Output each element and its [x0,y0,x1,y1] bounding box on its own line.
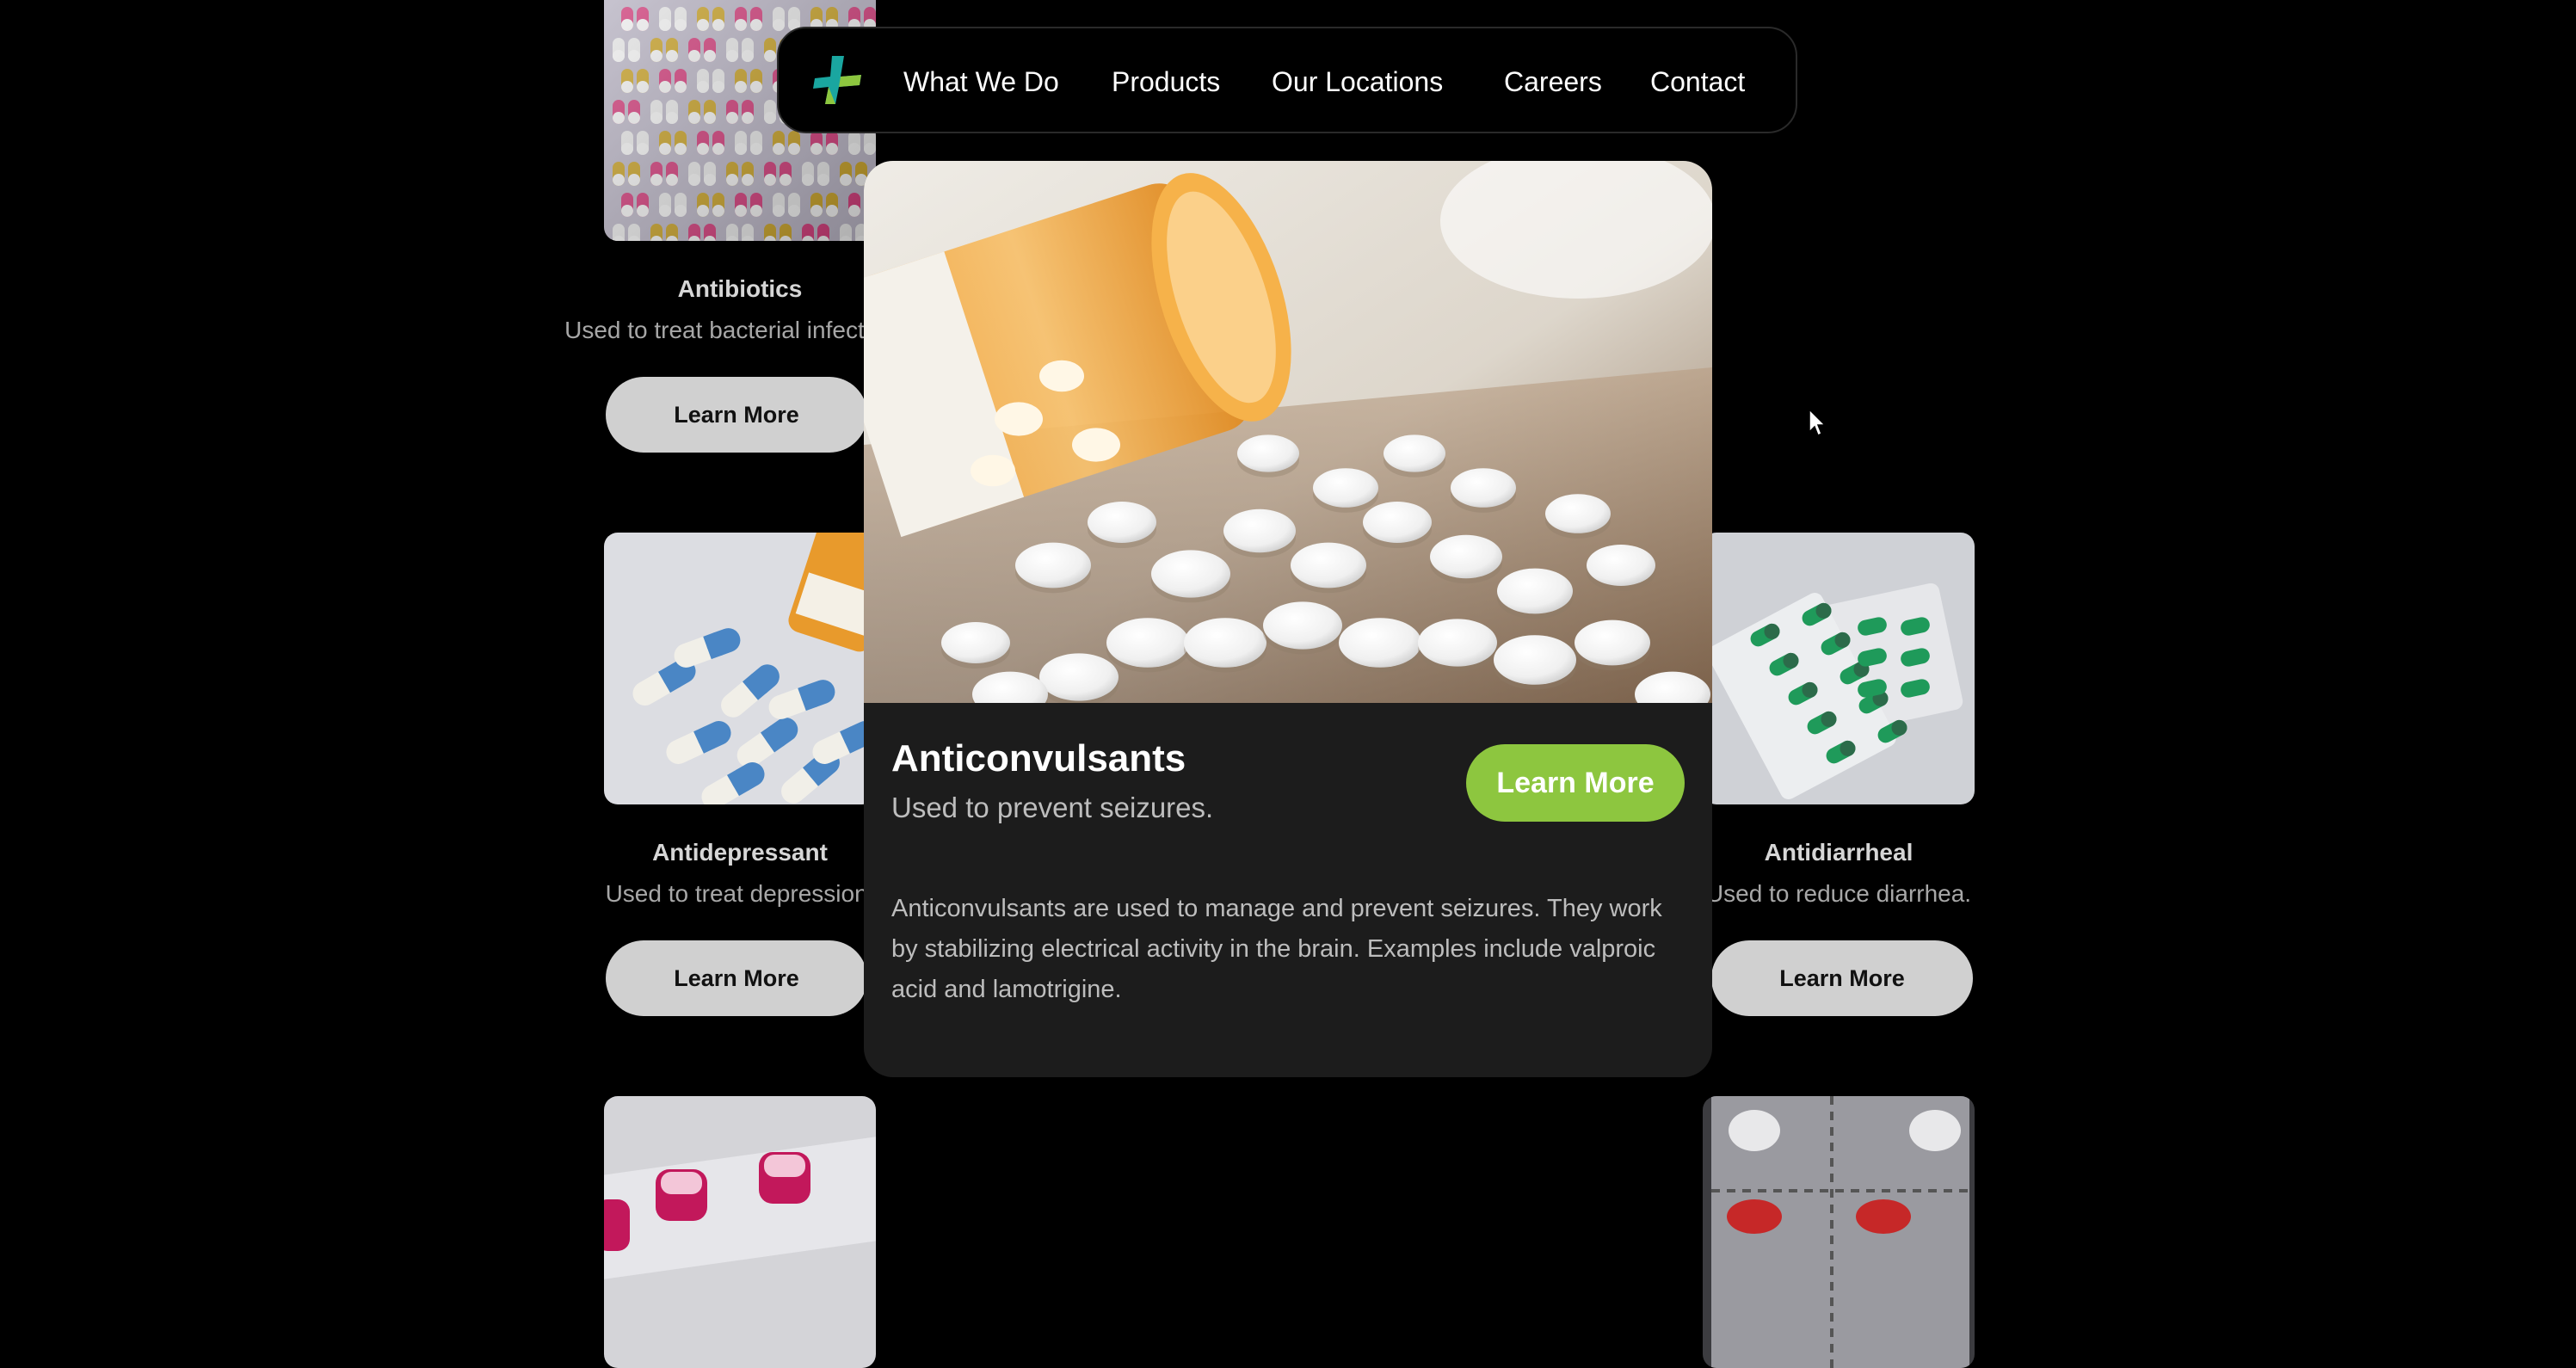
learn-more-button-primary[interactable]: Learn More [1466,744,1685,822]
card-title: Antibiotics [677,275,803,302]
mouse-cursor-icon [1809,408,1827,437]
nav-contact[interactable]: Contact [1650,28,1745,135]
modal-description: Anticonvulsants are used to manage and p… [891,895,1662,1003]
learn-more-button[interactable]: Learn More [606,377,867,453]
nav-our-locations[interactable]: Our Locations [1272,28,1443,135]
card-title: Antidepressant [652,839,828,866]
modal-subtitle: Used to prevent seizures. [891,792,1214,823]
nav-products[interactable]: Products [1112,28,1220,135]
nav-what-we-do[interactable]: What We Do [903,28,1059,135]
learn-more-button[interactable]: Learn More [1711,940,1973,1016]
modal-title: Anticonvulsants [891,737,1186,780]
nav-careers[interactable]: Careers [1504,28,1602,135]
medical-cross-icon[interactable] [810,52,865,108]
product-detail-modal: Anticonvulsants Used to prevent seizures… [864,161,1712,1077]
pink-pill-image [604,1096,876,1368]
learn-more-button[interactable]: Learn More [606,940,867,1016]
antidiarrheal-image [1703,533,1975,804]
antidepressant-image [604,533,876,804]
top-navigation: What We Do Products Our Locations Career… [777,27,1797,133]
modal-hero-image [864,161,1712,723]
red-pill-image [1703,1096,1975,1368]
card-title: Antidiarrheal [1764,839,1914,866]
